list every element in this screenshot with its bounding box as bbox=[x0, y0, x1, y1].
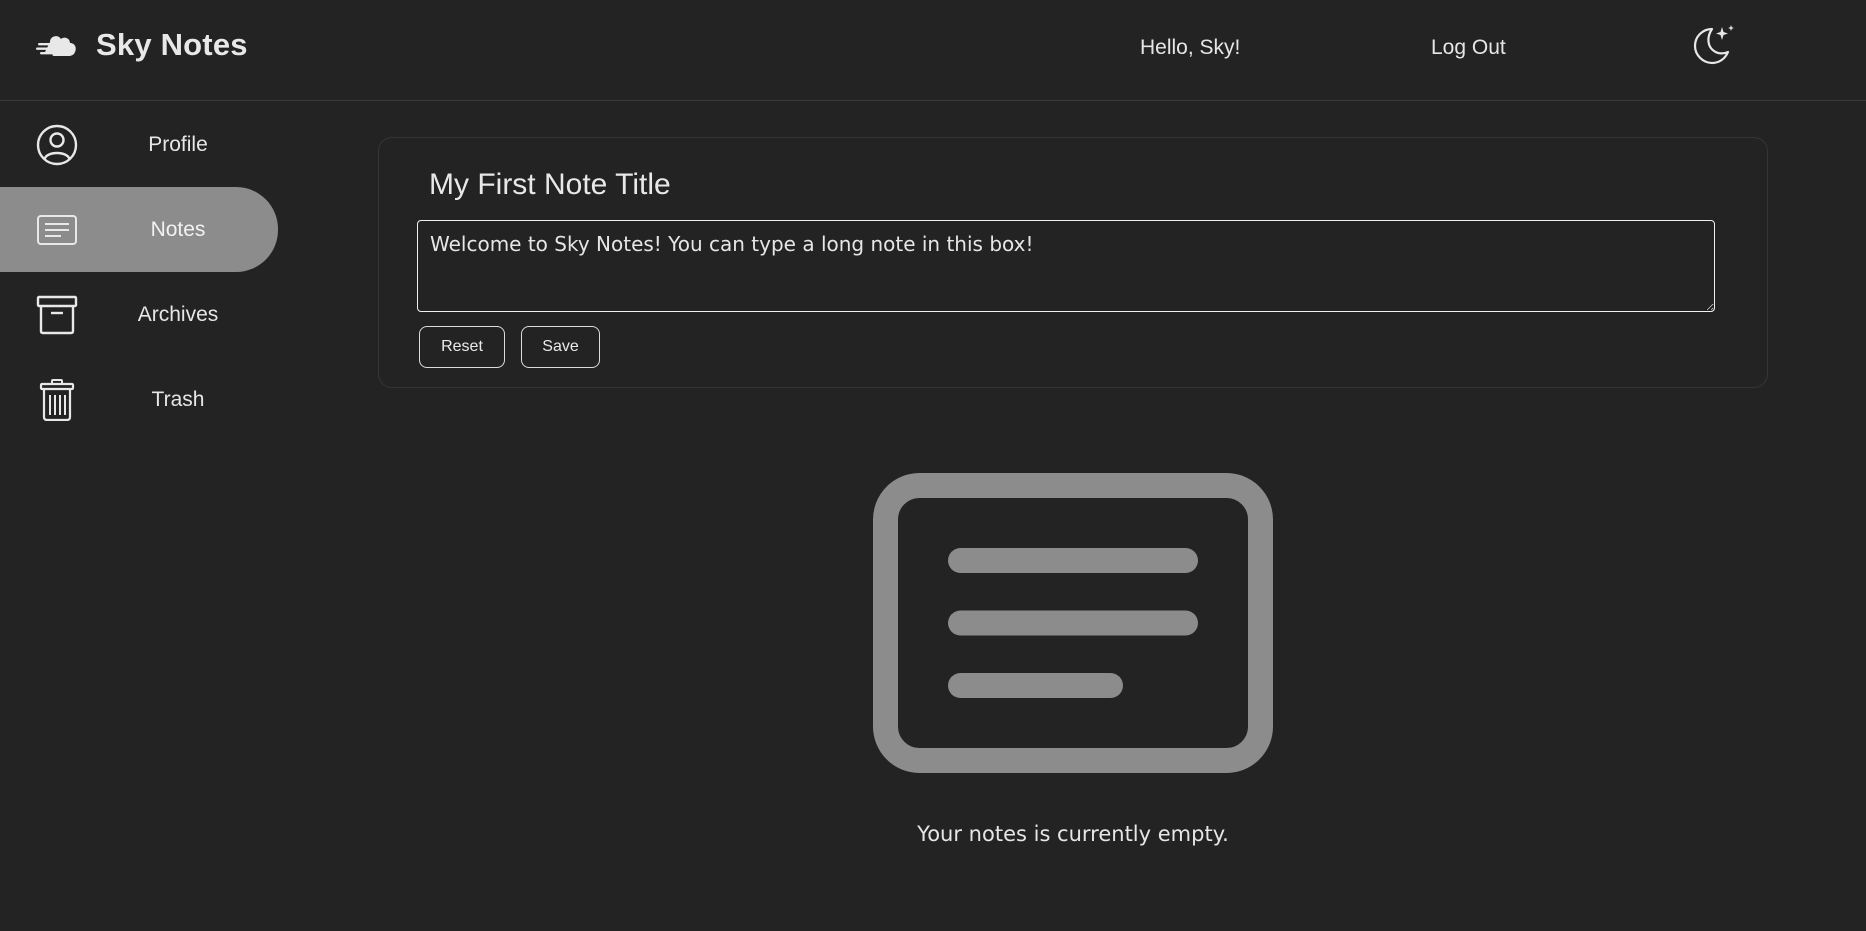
sidebar-item-label: Notes bbox=[150, 217, 206, 241]
sidebar-item-notes[interactable]: Notes bbox=[0, 187, 278, 272]
user-greeting: Hello, Sky! bbox=[1140, 36, 1241, 59]
sidebar-item-label: Trash bbox=[151, 387, 205, 411]
empty-notes-icon bbox=[873, 473, 1273, 773]
app-header: Sky Notes Hello, Sky! Log Out bbox=[0, 0, 1866, 101]
moon-stars-icon bbox=[1693, 25, 1734, 65]
app-title: Sky Notes bbox=[96, 27, 248, 62]
note-body-textarea[interactable]: Welcome to Sky Notes! You can type a lon… bbox=[417, 220, 1715, 312]
sidebar-item-profile[interactable]: Profile bbox=[0, 102, 278, 187]
reset-button[interactable]: Reset bbox=[419, 326, 505, 368]
sidebar-item-label: Profile bbox=[148, 132, 208, 156]
sidebar-item-label: Archives bbox=[137, 302, 219, 326]
sidebar-item-trash[interactable]: Trash bbox=[0, 357, 278, 442]
sidebar-item-archives[interactable]: Archives bbox=[0, 272, 278, 357]
logout-button[interactable]: Log Out bbox=[1431, 36, 1506, 60]
note-editor-card: My First Note Title Welcome to Sky Notes… bbox=[378, 137, 1768, 388]
sidebar: Profile Notes Archives Trash bbox=[0, 102, 280, 442]
theme-toggle-button[interactable] bbox=[1690, 24, 1734, 68]
brand[interactable]: Sky Notes bbox=[36, 24, 248, 66]
empty-state-message: Your notes is currently empty. bbox=[917, 822, 1229, 846]
cloud-icon bbox=[36, 36, 76, 56]
save-button[interactable]: Save bbox=[521, 326, 600, 368]
note-title-input[interactable]: My First Note Title bbox=[429, 168, 671, 202]
